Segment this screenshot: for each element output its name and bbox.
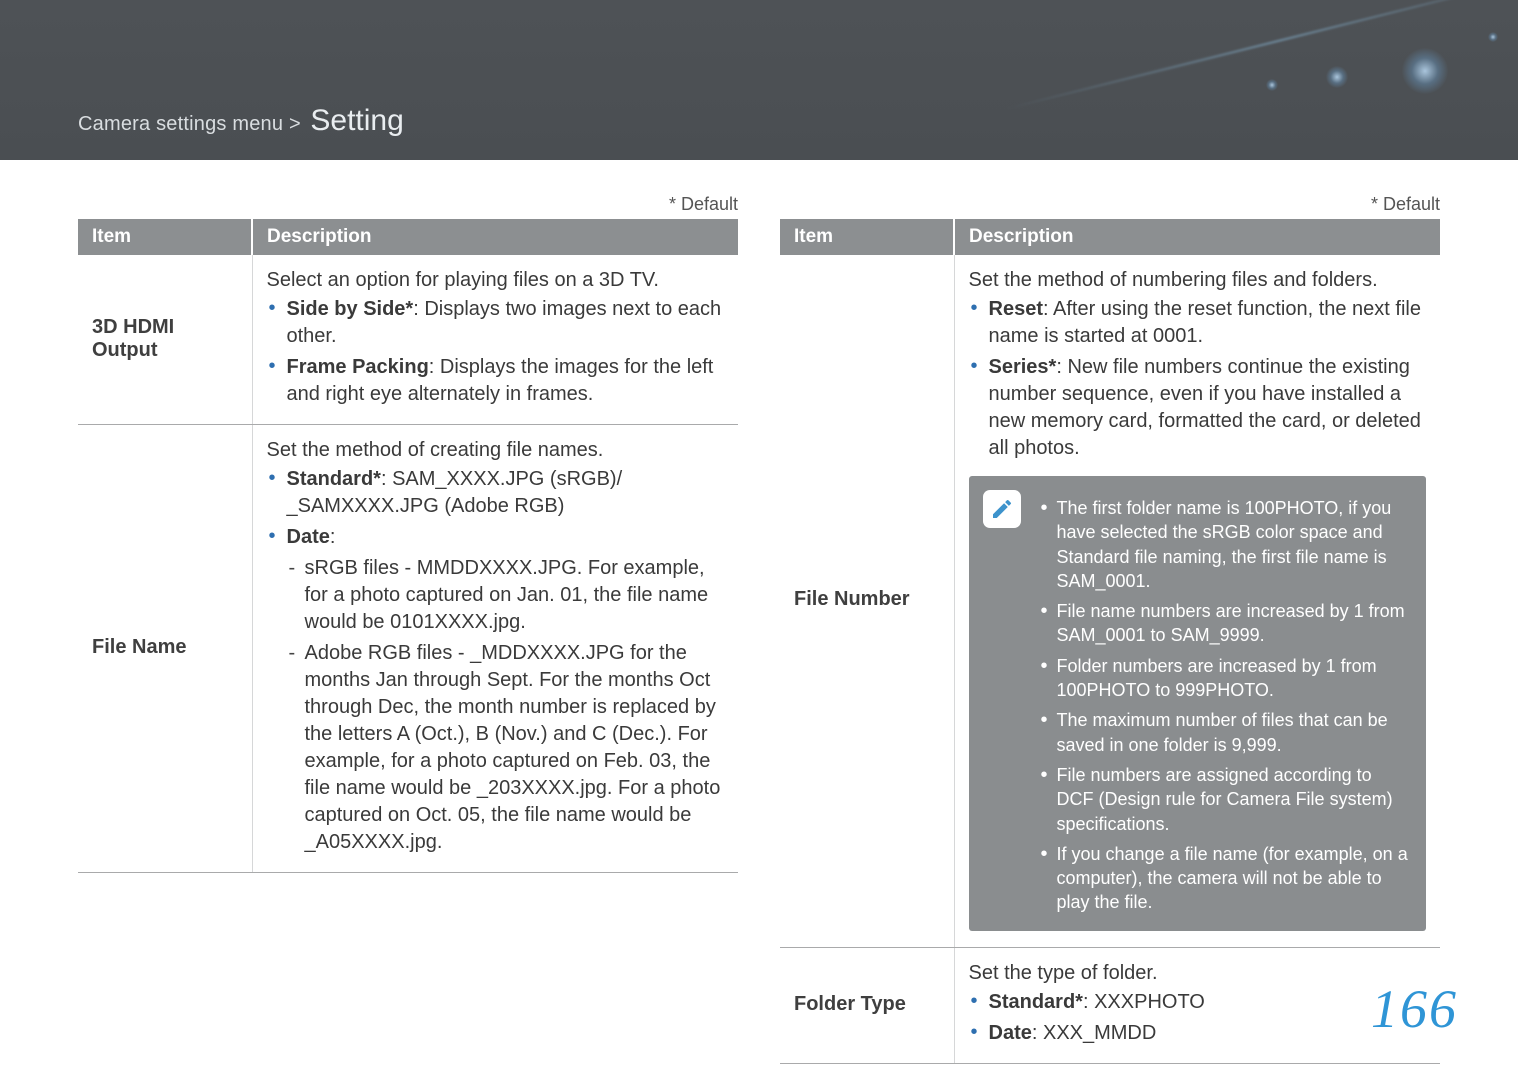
content-columns: * Default Item Description 3D HDMI Outpu… xyxy=(0,160,1518,1064)
table-row: File Number Set the method of numbering … xyxy=(780,255,1440,947)
row-desc-folder-type: Set the type of folder. Standard*: XXXPH… xyxy=(954,947,1440,1063)
table-row: 3D HDMI Output Select an option for play… xyxy=(78,255,738,425)
breadcrumb: Camera settings menu > Setting xyxy=(78,104,404,138)
row-desc-3d-hdmi: Select an option for playing files on a … xyxy=(252,255,738,425)
pencil-icon xyxy=(983,490,1021,528)
default-note-left: * Default xyxy=(78,194,738,215)
col-header-item: Item xyxy=(780,219,954,255)
desc-bullets: Standard*: SAM_XXXX.JPG (sRGB)/ _SAMXXXX… xyxy=(267,466,725,856)
breadcrumb-prefix: Camera settings menu > xyxy=(78,113,301,135)
row-desc-file-name: Set the method of creating file names. S… xyxy=(252,425,738,873)
lens-flare-decoration xyxy=(998,0,1518,160)
col-header-description: Description xyxy=(954,219,1440,255)
row-item-3d-hdmi: 3D HDMI Output xyxy=(78,255,252,425)
row-desc-file-number: Set the method of numbering files and fo… xyxy=(954,255,1440,947)
col-header-item: Item xyxy=(78,219,252,255)
page: Camera settings menu > Setting * Default… xyxy=(0,0,1518,1066)
desc-intro: Set the method of creating file names. xyxy=(267,439,725,462)
left-column: * Default Item Description 3D HDMI Outpu… xyxy=(78,194,738,1064)
page-number: 166 xyxy=(1371,978,1458,1040)
header-band: Camera settings menu > Setting xyxy=(0,0,1518,160)
right-column: * Default Item Description File Number S… xyxy=(780,194,1440,1064)
col-header-description: Description xyxy=(252,219,738,255)
note-box: The first folder name is 100PHOTO, if yo… xyxy=(969,476,1427,931)
breadcrumb-main: Setting xyxy=(310,104,403,137)
desc-bullets: Reset: After using the reset function, t… xyxy=(969,296,1427,462)
note-bullets: The first folder name is 100PHOTO, if yo… xyxy=(1039,496,1409,915)
desc-bullets: Standard*: XXXPHOTO Date: XXX_MMDD xyxy=(969,989,1427,1047)
table-row: File Name Set the method of creating fil… xyxy=(78,425,738,873)
row-item-file-name: File Name xyxy=(78,425,252,873)
right-table: Item Description File Number Set the met… xyxy=(780,219,1440,1064)
table-row: Folder Type Set the type of folder. Stan… xyxy=(780,947,1440,1063)
desc-intro: Set the method of numbering files and fo… xyxy=(969,269,1427,292)
default-note-right: * Default xyxy=(780,194,1440,215)
desc-intro: Set the type of folder. xyxy=(969,962,1427,985)
desc-sub-bullets: sRGB files - MMDDXXXX.JPG. For example, … xyxy=(287,555,725,856)
row-item-file-number: File Number xyxy=(780,255,954,947)
desc-intro: Select an option for playing files on a … xyxy=(267,269,725,292)
left-table: Item Description 3D HDMI Output Select a… xyxy=(78,219,738,873)
row-item-folder-type: Folder Type xyxy=(780,947,954,1063)
desc-bullets: Side by Side*: Displays two images next … xyxy=(267,296,725,408)
